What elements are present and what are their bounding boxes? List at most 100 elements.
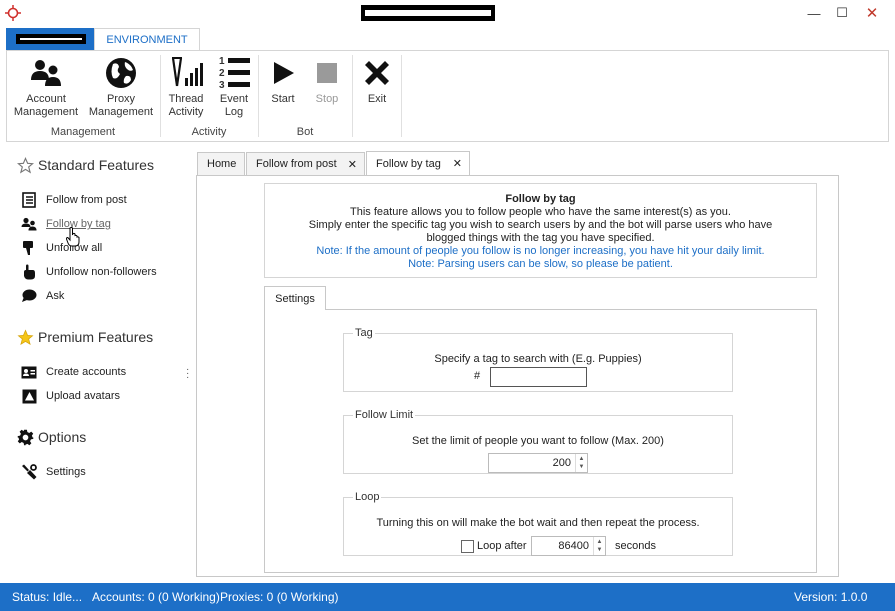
sidebar-item-unfollow-non-followers[interactable]: Unfollow non-followers	[20, 264, 157, 280]
premium-features-title: Premium Features	[38, 329, 154, 345]
proxies-status: Proxies: 0 (0 Working)	[220, 590, 339, 604]
users-icon	[20, 216, 38, 232]
sidebar-item-follow-from-post[interactable]: Follow from post	[20, 192, 127, 208]
stop-button[interactable]: Stop	[307, 55, 347, 106]
info-note: Note: If the amount of people you follow…	[316, 245, 765, 257]
sidebar-item-upload-avatars[interactable]: Upload avatars	[20, 388, 120, 404]
account-management-label-1: Account	[26, 93, 66, 105]
follow-by-tag-panel: Follow by tag This feature allows you to…	[196, 175, 839, 577]
stepper-up-icon[interactable]: ▲	[597, 538, 603, 546]
star-outline-icon	[16, 156, 34, 174]
sidebar-item-label: Follow from post	[46, 194, 127, 206]
users-icon	[28, 55, 64, 91]
tab-label: Follow from post	[256, 158, 337, 170]
loop-checkbox-label: Loop after	[477, 540, 527, 552]
ribbon-panel: Account Management Proxy Management Mana…	[6, 50, 889, 142]
list-number-1: 1	[219, 56, 225, 67]
tab-follow-by-tag[interactable]: Follow by tag ✕	[366, 151, 470, 175]
loop-seconds-stepper[interactable]: 86400 ▲ ▼	[531, 536, 606, 556]
gear-icon	[16, 428, 34, 446]
follow-limit-stepper[interactable]: 200 ▲ ▼	[488, 453, 588, 473]
follow-limit-value: 200	[552, 457, 571, 469]
ribbon-tab-file-redacted[interactable]	[6, 28, 94, 50]
premium-features-header: Premium Features	[16, 328, 153, 346]
tag-description: Specify a tag to search with (E.g. Puppi…	[434, 353, 642, 365]
wrench-icon	[20, 464, 38, 480]
standard-features-header: Standard Features	[16, 156, 154, 174]
tab-label: Settings	[275, 292, 315, 305]
sidebar-item-label: Unfollow non-followers	[46, 266, 157, 278]
info-title: Follow by tag	[505, 193, 576, 205]
sidebar-item-settings[interactable]: Settings	[20, 464, 86, 480]
tab-close-icon[interactable]: ✕	[453, 157, 462, 170]
ribbon-separator	[352, 55, 353, 137]
stepper-down-icon[interactable]: ▼	[579, 463, 585, 471]
tab-home[interactable]: Home	[197, 152, 245, 175]
loop-checkbox[interactable]	[461, 540, 474, 553]
event-log-button[interactable]: 1 2 3 Event Log	[213, 55, 255, 119]
start-button[interactable]: Start	[263, 55, 303, 106]
proxy-management-button[interactable]: Proxy Management	[87, 55, 155, 119]
close-x-icon	[359, 55, 395, 91]
tab-follow-from-post[interactable]: Follow from post ✕	[246, 152, 365, 175]
follow-limit-group: Follow Limit Set the limit of people you…	[343, 409, 733, 474]
loop-group: Loop Turning this on will make the bot w…	[343, 491, 733, 556]
document-list-icon	[20, 192, 38, 208]
hand-cursor-icon	[65, 227, 80, 247]
standard-features-title: Standard Features	[38, 157, 154, 173]
account-management-label-2: Management	[13, 106, 79, 118]
loop-seconds-value: 86400	[558, 540, 589, 552]
sidebar-item-ask[interactable]: Ask	[20, 288, 64, 304]
close-button[interactable]: ✕	[858, 2, 886, 24]
ribbon-tab-environment[interactable]: ENVIRONMENT	[94, 28, 200, 51]
status-text: Status: Idle...	[12, 590, 83, 604]
list-number-2: 2	[219, 68, 225, 79]
tab-close-icon[interactable]: ✕	[348, 158, 357, 171]
stepper-arrows[interactable]: ▲ ▼	[593, 537, 605, 555]
tag-group: Tag Specify a tag to search with (E.g. P…	[343, 327, 733, 392]
exit-button[interactable]: Exit	[357, 55, 397, 106]
options-header: Options	[16, 428, 86, 446]
maximize-button[interactable]: ☐	[828, 2, 856, 24]
tag-input[interactable]	[490, 367, 587, 387]
sidebar-item-label: Create accounts	[46, 366, 127, 378]
upload-triangle-icon	[20, 388, 38, 404]
stepper-down-icon[interactable]: ▼	[597, 546, 603, 554]
sidebar-item-create-accounts[interactable]: Create accounts	[20, 364, 126, 380]
splitter-handle[interactable]: · · ·	[186, 365, 190, 383]
thumbs-down-icon	[20, 240, 38, 256]
settings-panel: Tag Specify a tag to search with (E.g. P…	[264, 309, 817, 573]
info-text: blogged things with the tag you have spe…	[426, 232, 655, 244]
options-title: Options	[38, 429, 87, 445]
ribbon-separator	[401, 55, 402, 137]
stepper-arrows[interactable]: ▲ ▼	[575, 454, 587, 472]
tab-label: Follow by tag	[376, 157, 441, 170]
sidebar: Standard Features Follow from post Follo…	[0, 150, 196, 580]
follow-limit-description: Set the limit of people you want to foll…	[412, 435, 664, 447]
event-log-label-1: Event	[219, 93, 249, 105]
loop-description: Turning this on will make the bot wait a…	[376, 517, 700, 529]
start-label: Start	[271, 93, 295, 105]
status-bar: Status: Idle... Accounts: 0 (0 Working) …	[0, 583, 895, 611]
stepper-up-icon[interactable]: ▲	[579, 455, 585, 463]
tab-settings[interactable]: Settings	[264, 286, 326, 310]
ribbon-group-management: Account Management Proxy Management Mana…	[7, 51, 159, 141]
group-legend: Follow Limit	[355, 409, 414, 421]
sidebar-item-unfollow-all[interactable]: Unfollow all	[20, 240, 102, 256]
stop-icon	[309, 55, 345, 91]
title-bar: — ☐ ✕	[0, 0, 895, 28]
ribbon-group-bot: Start Stop Bot	[259, 51, 351, 141]
star-filled-icon	[16, 328, 34, 346]
ribbon-tab-strip: ENVIRONMENT	[0, 28, 895, 51]
stop-label: Stop	[315, 93, 339, 105]
list-number-3: 3	[219, 80, 225, 91]
info-note: Note: Parsing users can be slow, so plea…	[408, 258, 673, 270]
account-management-button[interactable]: Account Management	[11, 55, 81, 119]
thread-activity-button[interactable]: Thread Activity	[165, 55, 207, 119]
globe-icon	[103, 55, 139, 91]
sidebar-item-label: Ask	[46, 290, 65, 302]
minimize-button[interactable]: —	[800, 2, 828, 24]
app-logo-icon[interactable]	[5, 5, 21, 21]
event-log-label-2: Log	[224, 106, 244, 118]
window-title-redacted	[361, 5, 495, 21]
